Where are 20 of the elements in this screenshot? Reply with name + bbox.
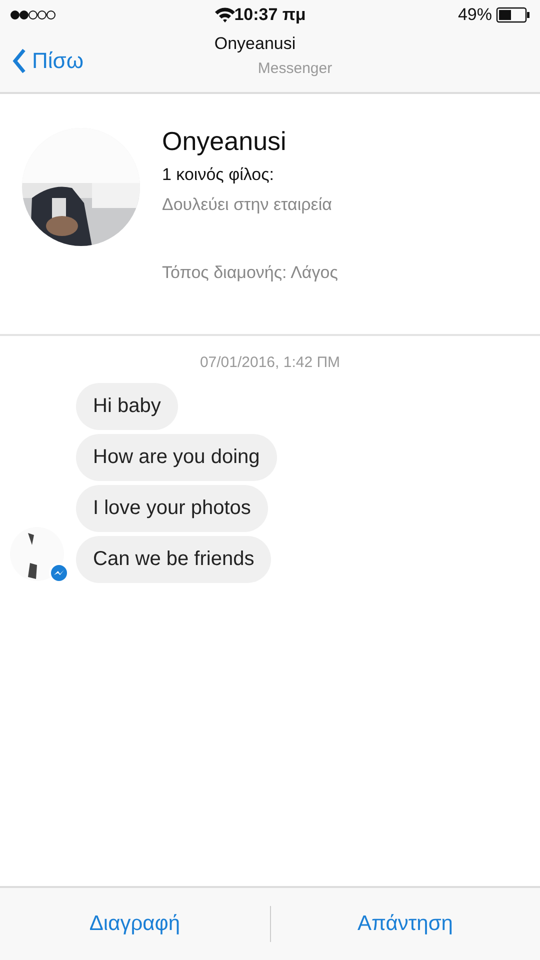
work-info: Δουλεύει στην εταιρεία <box>162 195 333 215</box>
chevron-left-icon <box>12 48 26 74</box>
reply-button[interactable]: Απάντηση <box>270 902 540 946</box>
message-bubble: Hi baby <box>76 383 178 430</box>
chat-title: Onyeanusi <box>214 34 296 54</box>
back-button[interactable]: Πίσω <box>12 48 84 74</box>
delete-button[interactable]: Διαγραφή <box>0 902 270 946</box>
message-bubble: I love your photos <box>76 485 268 532</box>
message-timestamp: 07/01/2016, 1:42 ΠΜ <box>198 354 342 371</box>
wifi-icon <box>214 7 236 23</box>
location-info: Τόπος διαμονής: Λάγος <box>162 263 338 283</box>
message-bubble: Can we be friends <box>76 536 272 583</box>
profile-name: Onyeanusi <box>162 126 288 157</box>
mutual-friends: 1 κοινός φίλος: <box>162 165 275 185</box>
chat-subtitle: Messenger <box>258 60 332 77</box>
signal-icon <box>10 10 56 20</box>
status-time: 10:37 πμ <box>234 5 306 25</box>
message-bubble: How are you doing <box>76 434 277 481</box>
battery-icon <box>496 7 530 23</box>
battery-percent: 49% <box>458 5 492 25</box>
